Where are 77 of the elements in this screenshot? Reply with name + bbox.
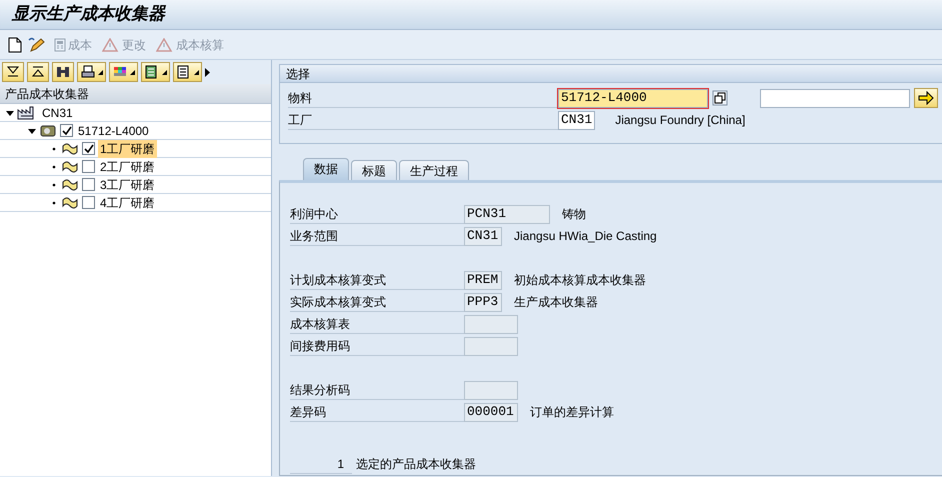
tree-toolbar-button[interactable] (141, 62, 170, 82)
bullet-icon (50, 162, 58, 170)
collector-icon (61, 196, 79, 210)
dropdown-icon (162, 70, 167, 74)
field-label: 利润中心 (290, 204, 464, 224)
field-description: 初始成本核算成本收集器 (514, 272, 646, 289)
tab[interactable]: 数据 (303, 158, 349, 180)
search-field[interactable] (760, 88, 910, 108)
bullet-icon (50, 180, 58, 188)
field-description: 订单的差异计算 (530, 404, 614, 421)
field-description: Jiangsu HWia_Die Casting (514, 228, 657, 245)
binoculars-icon (55, 64, 71, 80)
tree-toolbar-button[interactable] (77, 62, 106, 82)
field-description: Jiangsu Foundry [China] (615, 112, 746, 129)
output-field: 000001 (464, 402, 518, 422)
tree-item[interactable]: 1工厂研磨 (98, 140, 157, 158)
tree-item[interactable]: 51712-L4000 (76, 122, 151, 140)
dropdown-icon (98, 70, 103, 74)
output-field: PPP3 (464, 292, 502, 312)
collector-icon (61, 142, 79, 156)
tree-toolbar-button[interactable] (52, 62, 74, 82)
field-label: 业务范围 (290, 226, 464, 246)
field-label: 实际成本核算变式 (290, 292, 464, 312)
output-field (464, 314, 518, 334)
tree-checkbox[interactable] (82, 178, 95, 191)
tree-toolbar-button[interactable] (109, 62, 138, 82)
field-label: 间接费用码 (290, 336, 464, 356)
field-label: 计划成本核算变式 (290, 270, 464, 290)
input-field[interactable]: CN31 (558, 110, 596, 130)
summary-label: 选定的产品成本收集器 (356, 456, 476, 473)
group-title: 选择 (286, 66, 310, 82)
scroll-right-icon[interactable] (205, 68, 210, 76)
tree-checkbox[interactable] (82, 196, 95, 209)
calculator-icon (54, 38, 66, 52)
tree-checkbox[interactable] (82, 142, 95, 155)
execute-button[interactable] (914, 88, 938, 108)
pencil-icon[interactable] (28, 36, 46, 52)
field-description: 铸物 (562, 206, 586, 223)
collector-icon (61, 178, 79, 192)
count-value: 1 (290, 454, 352, 474)
tab[interactable]: 标题 (351, 160, 397, 180)
window-title: 显示生产成本收集器 (12, 4, 165, 25)
expander-icon[interactable] (28, 126, 36, 134)
printer-icon (80, 64, 96, 80)
tree-item[interactable]: 4工厂研磨 (98, 194, 157, 212)
tree-toolbar-button[interactable] (173, 62, 202, 82)
tree-checkbox[interactable] (82, 160, 95, 173)
bullet-icon (50, 144, 58, 152)
output-field: CN31 (464, 226, 502, 246)
tree-item[interactable]: 3工厂研磨 (98, 176, 157, 194)
tree-toolbar-button[interactable] (27, 62, 49, 82)
material-icon (39, 124, 57, 138)
output-field (464, 380, 518, 400)
bullet-icon (50, 198, 58, 206)
field-description: 生产成本收集器 (514, 294, 598, 311)
input-field[interactable]: 51712-L4000 (558, 88, 708, 108)
tree-checkbox[interactable] (60, 124, 73, 137)
field-label: 工厂 (288, 110, 558, 130)
tab[interactable]: 生产过程 (399, 160, 469, 180)
tree-item[interactable]: 2工厂研磨 (98, 158, 157, 176)
tree-header: 产品成本收集器 (5, 86, 89, 102)
tree-item[interactable]: CN31 (40, 104, 75, 122)
output-field: PREM (464, 270, 502, 290)
tree-toolbar-button[interactable] (2, 62, 24, 82)
expander-icon[interactable] (6, 108, 14, 116)
field-label: 差异码 (290, 402, 464, 422)
dropdown-icon (130, 70, 135, 74)
warning-icon (102, 38, 120, 52)
dropdown-icon (194, 70, 199, 74)
output-field (464, 336, 518, 356)
warning-icon (156, 38, 174, 52)
output-field: PCN31 (464, 204, 550, 224)
new-document-icon[interactable] (8, 36, 22, 52)
multiple-selection-icon[interactable] (712, 90, 728, 106)
collector-icon (61, 160, 79, 174)
field-label: 成本核算表 (290, 314, 464, 334)
field-label: 结果分析码 (290, 380, 464, 400)
